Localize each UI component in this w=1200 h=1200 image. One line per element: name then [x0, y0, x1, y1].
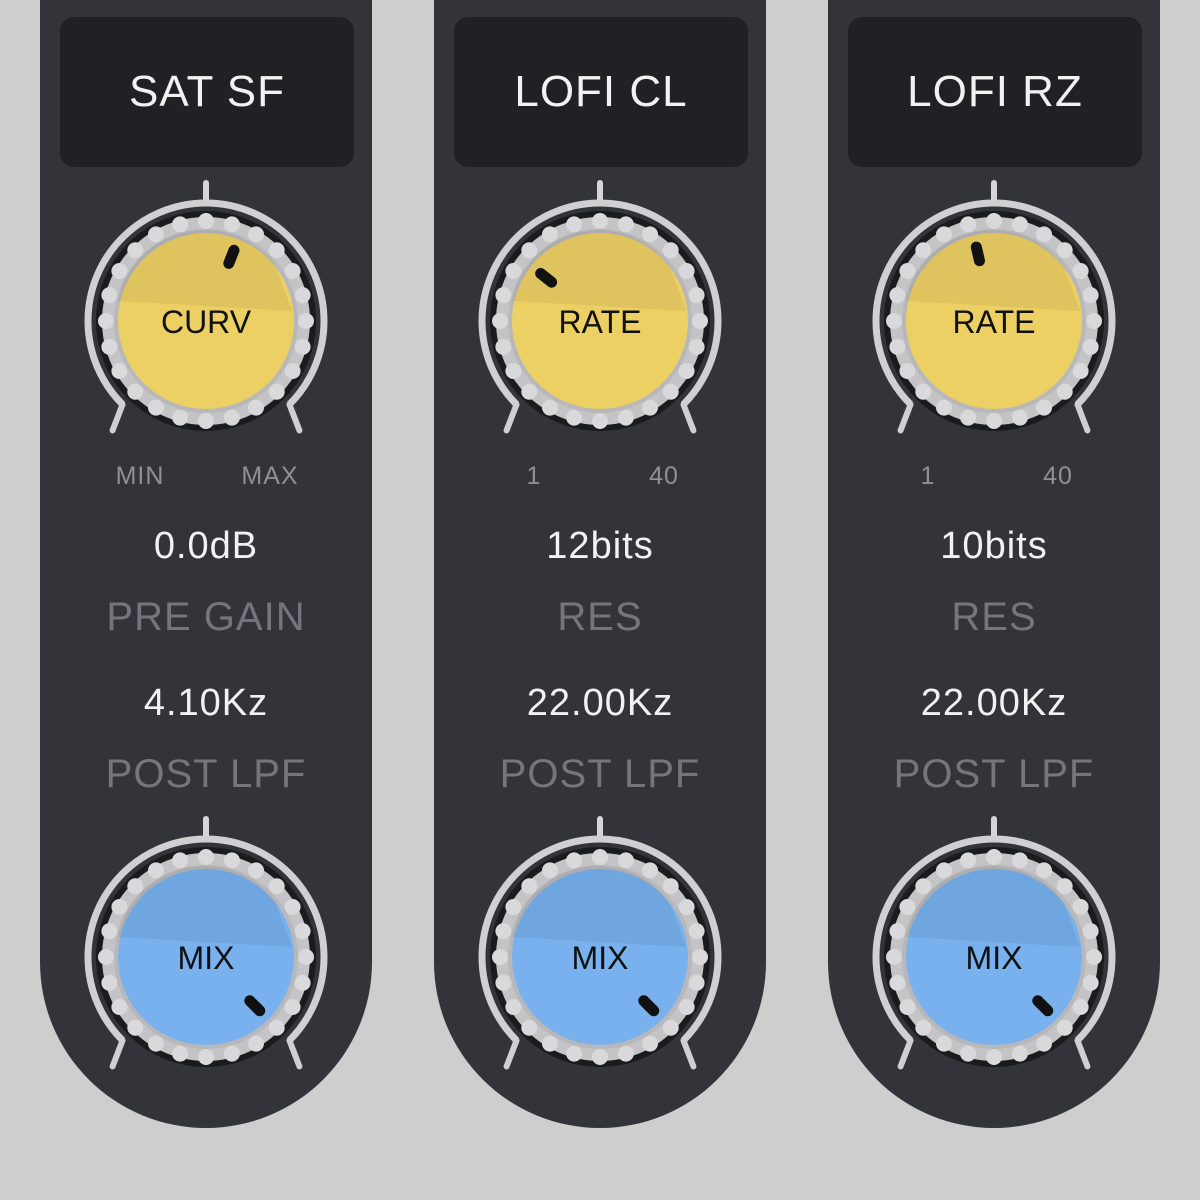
knob-label: MIX: [572, 940, 629, 976]
param2-value[interactable]: 22.00Kz: [828, 682, 1160, 725]
param2-value[interactable]: 4.10Kz: [40, 682, 372, 725]
effect-title[interactable]: LOFI CL: [454, 17, 748, 167]
effect-strip: LOFI RZ RATE 1 40 10bits RES 22.00Kz POS…: [828, 0, 1160, 1128]
param1-value[interactable]: 12bits: [434, 525, 766, 568]
param1-value[interactable]: 10bits: [828, 525, 1160, 568]
param2-value[interactable]: 22.00Kz: [434, 682, 766, 725]
param-knob[interactable]: CURV: [40, 180, 372, 450]
knob-label: RATE: [559, 304, 642, 340]
param2-name: POST LPF: [893, 752, 1095, 796]
range-min-label: 1: [526, 462, 542, 490]
knob-label: RATE: [953, 304, 1036, 340]
mix-knob[interactable]: MIX: [434, 816, 766, 1086]
knob-indicator: [638, 995, 660, 1017]
mix-knob[interactable]: MIX: [40, 816, 372, 1086]
param-knob[interactable]: RATE: [434, 180, 766, 450]
param1-value[interactable]: 0.0dB: [40, 525, 372, 568]
effect-strip: LOFI CL RATE 1 40 12bits RES 22.00Kz POS…: [434, 0, 766, 1128]
effect-title[interactable]: LOFI RZ: [848, 17, 1142, 167]
knob-indicator: [535, 268, 558, 288]
range-min-label: MIN: [115, 462, 165, 490]
param-knob[interactable]: RATE: [828, 180, 1160, 450]
param1-name: RES: [557, 595, 643, 639]
param2-name: POST LPF: [499, 752, 701, 796]
effect-title[interactable]: SAT SF: [60, 17, 354, 167]
range-min-label: 1: [920, 462, 936, 490]
mix-knob[interactable]: MIX: [828, 816, 1160, 1086]
knob-label: CURV: [161, 304, 252, 340]
param2-name: POST LPF: [105, 752, 307, 796]
knob-indicator: [223, 244, 240, 269]
knob-indicator: [1032, 995, 1054, 1017]
range-max-label: 40: [1043, 462, 1073, 490]
param1-name: RES: [951, 595, 1037, 639]
range-max-label: MAX: [241, 462, 299, 490]
knob-indicator: [244, 995, 266, 1017]
range-max-label: 40: [649, 462, 679, 490]
knob-label: MIX: [966, 940, 1023, 976]
effect-strip: SAT SF CURV MIN MAX 0.0dB PRE GAIN 4.10K…: [40, 0, 372, 1128]
knob-indicator: [970, 241, 985, 267]
knob-label: MIX: [178, 940, 235, 976]
param1-name: PRE GAIN: [106, 595, 306, 639]
